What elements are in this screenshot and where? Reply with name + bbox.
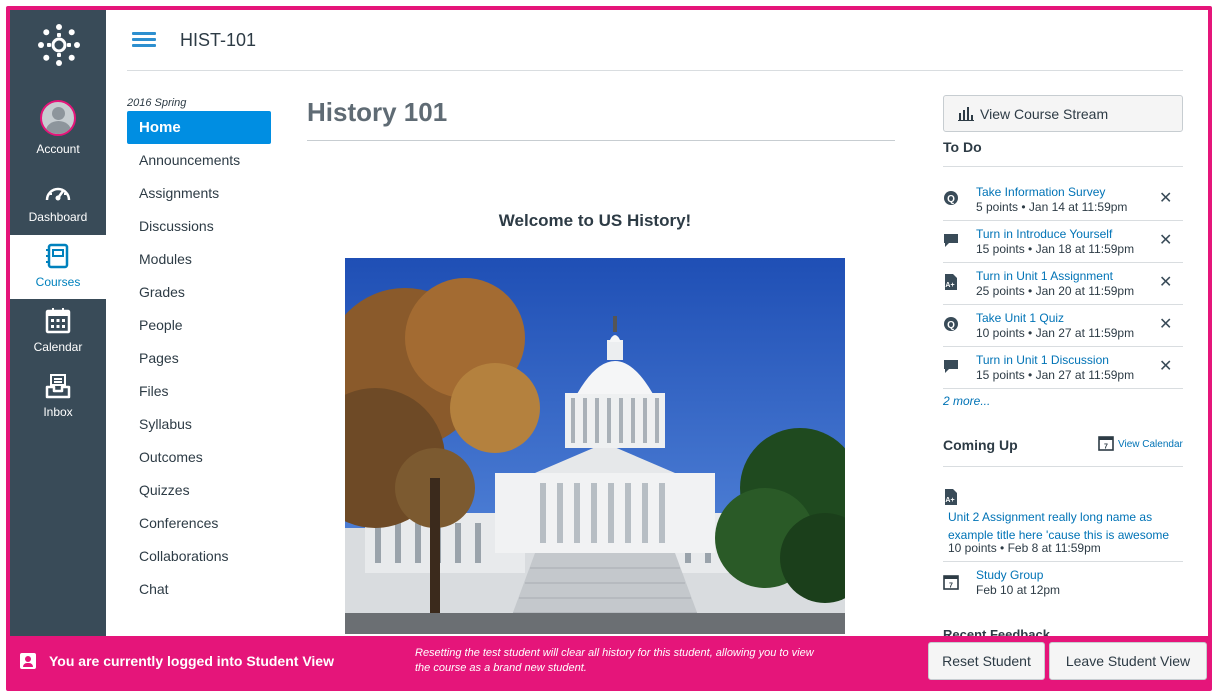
todo-item: Q Take Unit 1 Quiz 10 points • Jan 27 at… (943, 305, 1183, 347)
todo-meta: 25 points • Jan 20 at 11:59pm (976, 284, 1135, 298)
dismiss-close-icon[interactable]: ✕ (1159, 188, 1172, 208)
course-nav-chat[interactable]: Chat (127, 573, 271, 606)
todo-meta: 15 points • Jan 18 at 11:59pm (976, 242, 1135, 256)
course-nav-syllabus[interactable]: Syllabus (127, 408, 271, 441)
avatar (40, 100, 76, 136)
dismiss-close-icon[interactable]: ✕ (1159, 230, 1172, 250)
coming-up-link[interactable]: Study Group (976, 568, 1043, 582)
quiz-icon: Q (943, 190, 959, 206)
coming-up-divider (943, 466, 1183, 467)
global-nav-label: Account (36, 142, 80, 156)
quiz-icon: Q (943, 316, 959, 332)
canvas-logo-icon[interactable] (38, 24, 80, 66)
todo-item: Q Take Information Survey 5 points • Jan… (943, 179, 1183, 221)
student-view-user-icon (20, 653, 36, 669)
global-nav-inbox[interactable]: Inbox (10, 365, 106, 429)
leave-student-view-button[interactable]: Leave Student View (1049, 642, 1207, 680)
todo-divider (943, 166, 1183, 167)
view-calendar-label: View Calendar (1118, 439, 1183, 450)
course-nav-files[interactable]: Files (127, 375, 271, 408)
todo-item: A+ Turn in Unit 1 Assignment 25 points •… (943, 263, 1183, 305)
dismiss-close-icon[interactable]: ✕ (1159, 272, 1172, 292)
courses-icon (46, 243, 70, 269)
todo-list: Q Take Information Survey 5 points • Jan… (943, 179, 1183, 389)
todo-item: Turn in Unit 1 Discussion 15 points • Ja… (943, 347, 1183, 389)
todo-link[interactable]: Take Information Survey (976, 185, 1105, 199)
course-nav-assignments[interactable]: Assignments (127, 177, 271, 210)
discussion-icon (943, 232, 959, 248)
view-course-stream-button[interactable]: View Course Stream (943, 95, 1183, 132)
page-title: History 101 (307, 97, 448, 127)
course-nav-collaborations[interactable]: Collaborations (127, 540, 271, 573)
svg-text:A+: A+ (945, 497, 954, 504)
course-nav-conferences[interactable]: Conferences (127, 507, 271, 540)
global-nav-account[interactable]: Account (10, 100, 106, 166)
todo-meta: 15 points • Jan 27 at 11:59pm (976, 368, 1135, 382)
header-divider (127, 70, 1183, 71)
todo-meta: 5 points • Jan 14 at 11:59pm (976, 200, 1128, 214)
todo-link[interactable]: Turn in Unit 1 Assignment (976, 269, 1113, 283)
calendar-icon (45, 308, 71, 334)
breadcrumb-course[interactable]: HIST-101 (180, 30, 256, 51)
svg-text:A+: A+ (945, 282, 954, 289)
global-nav-label: Inbox (43, 405, 73, 419)
student-view-message: You are currently logged into Student Vi… (49, 653, 334, 669)
view-course-stream-label: View Course Stream (980, 105, 1109, 122)
todo-link[interactable]: Turn in Introduce Yourself (976, 227, 1112, 241)
svg-text:7: 7 (1104, 444, 1108, 451)
global-nav-courses[interactable]: Courses (10, 235, 106, 299)
course-nav: Home Announcements Assignments Discussio… (127, 111, 271, 606)
svg-text:Q: Q (947, 194, 955, 205)
course-nav-outcomes[interactable]: Outcomes (127, 441, 271, 474)
global-nav: Account Dashboard Courses Calendar Inbox (10, 10, 106, 637)
dismiss-close-icon[interactable]: ✕ (1159, 356, 1172, 376)
student-view-bar: You are currently logged into Student Vi… (10, 636, 1208, 687)
capitol-building-image (345, 258, 845, 634)
todo-meta: 10 points • Jan 27 at 11:59pm (976, 326, 1135, 340)
calendar-icon: 7 (1098, 435, 1114, 454)
assignment-icon: A+ (943, 274, 959, 290)
global-nav-dashboard[interactable]: Dashboard (10, 170, 106, 234)
global-nav-label: Courses (35, 275, 81, 289)
todo-item: Turn in Introduce Yourself 15 points • J… (943, 221, 1183, 263)
dashboard-icon (44, 182, 72, 204)
hamburger-menu-icon[interactable] (132, 32, 156, 48)
todo-more-link[interactable]: 2 more... (943, 394, 990, 408)
bar-chart-icon (958, 106, 974, 121)
course-term: 2016 Spring (127, 97, 187, 109)
title-divider (307, 140, 895, 141)
course-nav-people[interactable]: People (127, 309, 271, 342)
coming-up-heading: Coming Up (943, 437, 1018, 453)
course-nav-discussions[interactable]: Discussions (127, 210, 271, 243)
dismiss-close-icon[interactable]: ✕ (1159, 314, 1172, 334)
view-calendar-link[interactable]: 7 View Calendar (1098, 435, 1183, 454)
todo-heading: To Do (943, 139, 982, 155)
coming-up-meta: Feb 10 at 12pm (976, 583, 1061, 597)
course-nav-announcements[interactable]: Announcements (127, 144, 271, 177)
calendar-icon: 7 (943, 574, 959, 595)
global-nav-calendar[interactable]: Calendar (10, 300, 106, 364)
coming-up-meta: 10 points • Feb 8 at 11:59pm (948, 541, 1101, 555)
todo-link[interactable]: Turn in Unit 1 Discussion (976, 353, 1109, 367)
svg-text:7: 7 (949, 583, 953, 590)
course-nav-quizzes[interactable]: Quizzes (127, 474, 271, 507)
coming-up-divider (943, 561, 1183, 562)
global-nav-label: Dashboard (28, 210, 88, 224)
reset-student-button[interactable]: Reset Student (928, 642, 1045, 680)
course-nav-grades[interactable]: Grades (127, 276, 271, 309)
todo-link[interactable]: Take Unit 1 Quiz (976, 311, 1064, 325)
student-view-note: Resetting the test student will clear al… (415, 647, 814, 674)
assignment-icon: A+ (944, 489, 958, 510)
global-nav-label: Calendar (33, 340, 83, 354)
inbox-icon (45, 373, 71, 399)
welcome-heading: Welcome to US History! (498, 211, 692, 230)
svg-text:Q: Q (947, 320, 955, 331)
course-nav-home[interactable]: Home (127, 111, 271, 144)
coming-up-link[interactable]: Unit 2 Assignment really long name as ex… (948, 508, 1178, 544)
course-nav-modules[interactable]: Modules (127, 243, 271, 276)
course-nav-pages[interactable]: Pages (127, 342, 271, 375)
discussion-icon (943, 358, 959, 374)
